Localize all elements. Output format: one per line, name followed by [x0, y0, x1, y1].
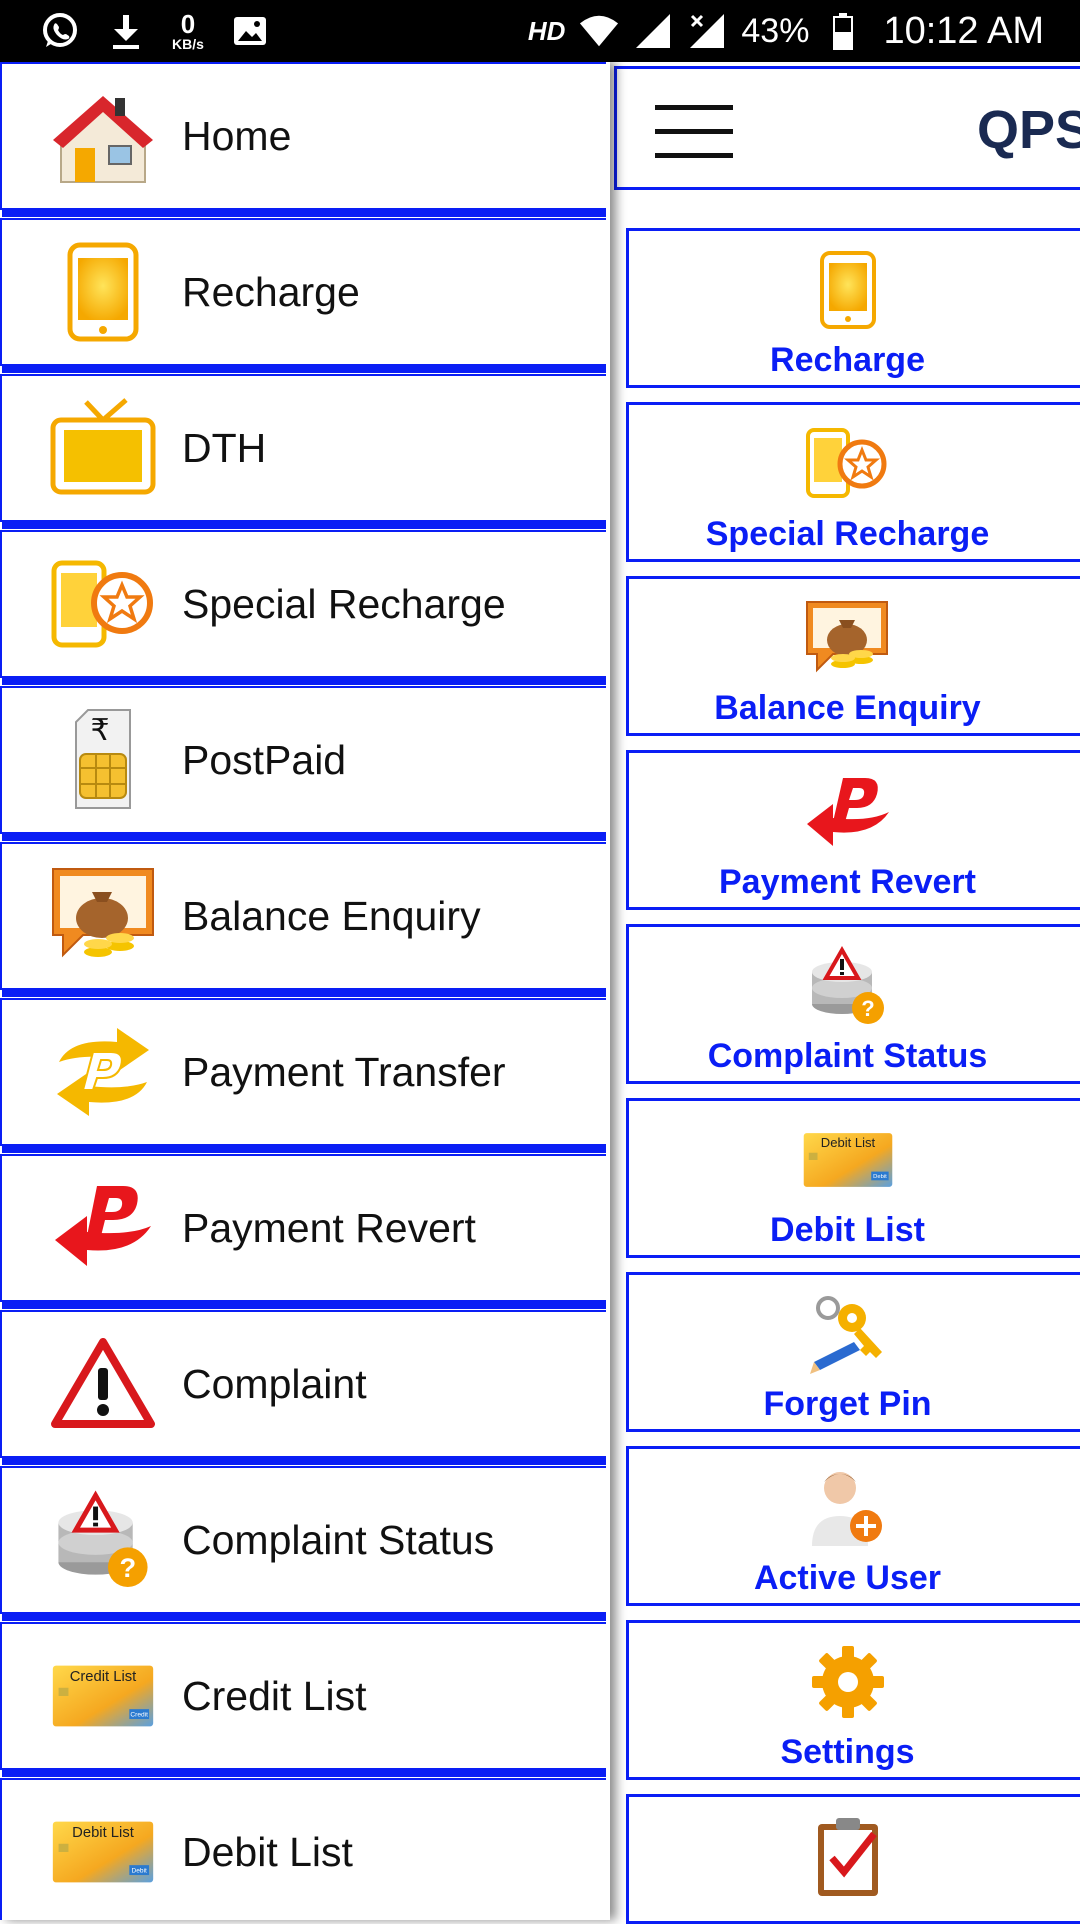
battery-icon: [823, 11, 863, 51]
drawer-item-postpaid[interactable]: ₹ PostPaid: [0, 686, 606, 841]
tile-debit-list[interactable]: Debit List Debit Debit List: [626, 1098, 1080, 1258]
tile-label: Complaint Status: [707, 1037, 988, 1075]
gallery-icon: [230, 11, 270, 51]
drawer-item-label: Payment Transfer: [182, 1048, 506, 1095]
drawer-item-label: Debit List: [182, 1828, 353, 1875]
whatsapp-icon: [40, 11, 80, 51]
drawer-item-credit-list[interactable]: Credit List Credit Credit List: [0, 1622, 606, 1777]
payment-revert-icon: [48, 1173, 158, 1283]
debit-card-icon: Debit List Debit: [48, 1797, 158, 1907]
drawer-item-label: Home: [182, 112, 292, 159]
tv-icon: [48, 393, 158, 503]
signal-no-data-icon: [687, 11, 727, 51]
drawer-item-home[interactable]: Home: [0, 62, 606, 217]
card-title: Debit List: [72, 1825, 134, 1841]
payment-revert-icon: [803, 767, 893, 857]
svg-text:?: ?: [861, 996, 874, 1021]
clock: 10:12 AM: [883, 9, 1044, 52]
card-badge: Credit: [130, 1712, 148, 1719]
drawer-item-label: PostPaid: [182, 736, 347, 783]
drawer-item-payment-revert[interactable]: Payment Revert: [0, 1154, 606, 1309]
warning-icon: [48, 1329, 158, 1439]
add-user-icon: [803, 1463, 893, 1553]
tile-payment-revert[interactable]: Payment Revert: [626, 750, 1080, 910]
drawer-item-label: Recharge: [182, 268, 360, 315]
tile-label: Special Recharge: [705, 515, 990, 553]
money-bag-icon: [803, 593, 893, 683]
drawer-item-complaint[interactable]: Complaint: [0, 1310, 606, 1465]
drawer-item-payment-transfer[interactable]: Payment Transfer: [0, 998, 606, 1153]
download-icon: [106, 11, 146, 51]
card-badge: Debit: [873, 1174, 887, 1180]
tile-label: Active User: [753, 1559, 942, 1597]
drawer-item-label: Special Recharge: [182, 580, 506, 627]
app-bar: QPS: [614, 66, 1080, 190]
mobile-phone-icon: [48, 237, 158, 347]
payment-transfer-icon: [48, 1017, 158, 1127]
drawer-item-label: Payment Revert: [182, 1204, 476, 1251]
svg-text:₹: ₹: [90, 713, 109, 748]
drawer-item-balance-enquiry[interactable]: Balance Enquiry: [0, 842, 606, 997]
battery-percent: 43%: [741, 11, 810, 50]
svg-text:?: ?: [119, 1552, 136, 1583]
wifi-icon: [579, 11, 619, 51]
tile-label: Debit List: [770, 1211, 925, 1249]
drawer-item-label: DTH: [182, 424, 267, 471]
drawer-item-label: Balance Enquiry: [182, 892, 481, 939]
tile-settings[interactable]: Settings: [626, 1620, 1080, 1780]
menu-icon[interactable]: [655, 105, 733, 158]
hd-indicator: HD: [527, 15, 566, 46]
mobile-phone-icon: [803, 245, 893, 335]
tile-label: Recharge: [770, 341, 925, 379]
main-content: QPS Recharge Special Recharge Balance En…: [610, 62, 1080, 1924]
speed-value: 0: [180, 9, 196, 39]
card-badge: Debit: [132, 1868, 148, 1875]
key-pencil-icon: [803, 1289, 893, 1379]
tile-complaint-status[interactable]: ? Complaint Status: [626, 924, 1080, 1084]
tile-active-user[interactable]: Active User: [626, 1446, 1080, 1606]
credit-card-icon: Credit List Credit: [48, 1641, 158, 1751]
phone-star-icon: [803, 419, 893, 509]
drawer-item-special-recharge[interactable]: Special Recharge: [0, 530, 606, 685]
tile-label: Balance Enquiry: [714, 689, 981, 727]
clipboard-check-icon: [803, 1811, 893, 1901]
phone-star-icon: [48, 549, 158, 659]
signal-icon: [633, 11, 673, 51]
drawer-item-recharge[interactable]: Recharge: [0, 218, 606, 373]
tile-balance-enquiry[interactable]: Balance Enquiry: [626, 576, 1080, 736]
drawer-item-debit-list[interactable]: Debit List Debit Debit List: [0, 1778, 606, 1920]
drawer-item-label: Complaint: [182, 1360, 367, 1407]
complaint-status-icon: ?: [803, 941, 893, 1031]
card-title: Credit List: [70, 1669, 137, 1685]
tile-special-recharge[interactable]: Special Recharge: [626, 402, 1080, 562]
tile-clipboard[interactable]: [626, 1794, 1080, 1924]
card-title: Debit List: [820, 1135, 875, 1150]
app-title: QPS: [977, 100, 1080, 160]
network-speed: 0 KB/s: [172, 11, 204, 51]
sim-card-icon: ₹: [48, 705, 158, 815]
complaint-status-icon: ?: [48, 1485, 158, 1595]
debit-card-icon: Debit List Debit: [803, 1115, 893, 1205]
speed-unit: KB/s: [172, 36, 204, 52]
tile-label: Payment Revert: [718, 863, 976, 901]
navigation-drawer: Home Recharge DTH Special Recharge ₹ Pos…: [0, 62, 610, 1920]
tile-label: Forget Pin: [763, 1385, 932, 1423]
drawer-item-complaint-status[interactable]: ? Complaint Status: [0, 1466, 606, 1621]
tile-forget-pin[interactable]: Forget Pin: [626, 1272, 1080, 1432]
drawer-item-label: Complaint Status: [182, 1516, 495, 1563]
tile-recharge[interactable]: Recharge: [626, 228, 1080, 388]
tile-label: Settings: [780, 1733, 915, 1771]
home-icon: [48, 81, 158, 191]
gear-icon: [803, 1637, 893, 1727]
drawer-item-dth[interactable]: DTH: [0, 374, 606, 529]
status-bar: 0 KB/s HD 43% 10:12 AM: [0, 0, 1080, 62]
money-bag-icon: [48, 861, 158, 971]
drawer-item-label: Credit List: [182, 1672, 367, 1719]
